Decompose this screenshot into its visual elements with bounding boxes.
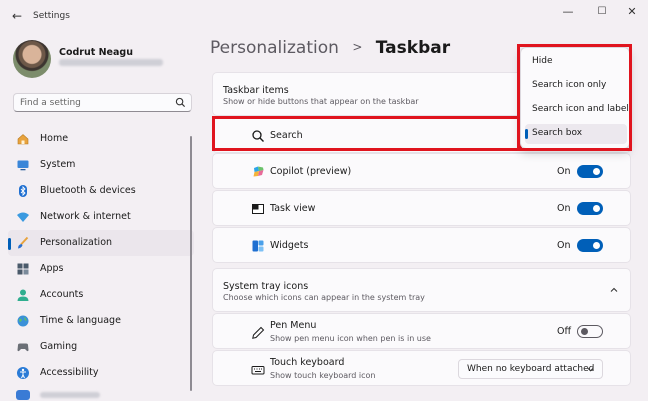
- sidebar-nav: Home System Bluetooth & devices Network …: [8, 126, 194, 386]
- section-title: Taskbar items: [223, 85, 289, 96]
- keyboard-icon: [251, 366, 265, 375]
- sidebar-item-time-language[interactable]: Time & language: [8, 308, 194, 334]
- home-icon: [17, 134, 29, 145]
- sidebar-item-label: Accessibility: [40, 367, 99, 378]
- privacy-icon: [16, 390, 30, 400]
- avatar[interactable]: [13, 40, 51, 78]
- active-indicator: [8, 238, 11, 250]
- sidebar-item-label: Personalization: [40, 237, 113, 248]
- sidebar-item-label: Accounts: [40, 289, 84, 300]
- touch-keyboard-dropdown[interactable]: When no keyboard attached: [458, 359, 603, 379]
- pen-menu-row[interactable]: Pen Menu Show pen menu icon when pen is …: [212, 313, 631, 349]
- sidebar-scrollbar[interactable]: [190, 136, 192, 391]
- task-view-toggle[interactable]: [577, 202, 603, 215]
- breadcrumb: Personalization > Taskbar: [210, 38, 450, 58]
- sidebar-item-label: System: [40, 159, 76, 170]
- brush-icon: [18, 236, 29, 249]
- widgets-toggle[interactable]: [577, 239, 603, 252]
- row-sublabel: Show pen menu icon when pen is in use: [270, 334, 431, 343]
- toggle-state-label: On: [557, 166, 571, 177]
- copilot-toggle[interactable]: [577, 165, 603, 178]
- user-name: Codrut Neagu: [59, 47, 133, 58]
- row-label: Widgets: [270, 240, 309, 251]
- monitor-icon: [17, 160, 29, 171]
- app-title: Settings: [33, 11, 70, 21]
- task-view-row[interactable]: Task view On: [212, 190, 631, 226]
- row-label: Touch keyboard: [270, 357, 345, 368]
- sidebar-item-personalization[interactable]: Personalization: [8, 230, 194, 256]
- apps-icon: [17, 263, 29, 275]
- back-arrow-icon[interactable]: ←: [9, 8, 25, 24]
- maximize-button[interactable]: ☐: [588, 4, 616, 20]
- sidebar-item-label: Apps: [40, 263, 64, 274]
- find-setting-box[interactable]: [13, 93, 192, 112]
- sidebar-item-label: Time & language: [40, 315, 121, 326]
- sidebar-item-home[interactable]: Home: [8, 126, 194, 152]
- sidebar-item-apps[interactable]: Apps: [8, 256, 194, 282]
- sidebar-item-bluetooth[interactable]: Bluetooth & devices: [8, 178, 194, 204]
- globe-icon: [17, 315, 29, 327]
- sidebar-item-cutoff: [40, 392, 100, 398]
- widgets-row[interactable]: Widgets On: [212, 227, 631, 263]
- minimize-button[interactable]: —: [554, 4, 582, 20]
- person-icon: [17, 289, 29, 301]
- row-label: Pen Menu: [270, 320, 317, 331]
- sidebar-item-accessibility[interactable]: Accessibility: [8, 360, 194, 386]
- section-title: System tray icons: [223, 281, 309, 292]
- toggle-state-label: On: [557, 203, 571, 214]
- sidebar-item-label: Network & internet: [40, 211, 131, 222]
- row-label: Copilot (preview): [270, 166, 352, 177]
- toggle-state-label: Off: [557, 326, 572, 337]
- close-button[interactable]: ✕: [618, 4, 646, 20]
- sidebar-item-label: Bluetooth & devices: [40, 185, 136, 196]
- menu-highlight: [517, 44, 632, 151]
- sidebar-item-accounts[interactable]: Accounts: [8, 282, 194, 308]
- section-subtitle: Show or hide buttons that appear on the …: [223, 97, 419, 106]
- user-email-blurred: [59, 59, 163, 66]
- task-view-icon: [252, 204, 264, 214]
- dropdown-value: When no keyboard attached: [467, 364, 595, 374]
- breadcrumb-parent[interactable]: Personalization: [210, 38, 339, 58]
- system-tray-header[interactable]: System tray icons Choose which icons can…: [212, 268, 631, 312]
- pen-icon: [252, 326, 265, 339]
- wifi-icon: [17, 212, 29, 222]
- sidebar-item-label: Home: [40, 133, 69, 144]
- row-label: Task view: [270, 203, 316, 214]
- section-subtitle: Choose which icons can appear in the sys…: [223, 293, 425, 302]
- copilot-icon: [253, 166, 264, 177]
- copilot-row[interactable]: Copilot (preview) On: [212, 153, 631, 189]
- bluetooth-icon: [19, 185, 27, 197]
- row-sublabel: Show touch keyboard icon: [270, 371, 376, 380]
- toggle-state-label: On: [557, 240, 571, 251]
- chevron-up-icon[interactable]: [609, 285, 619, 295]
- touch-keyboard-row[interactable]: Touch keyboard Show touch keyboard icon …: [212, 350, 631, 386]
- sidebar-item-label: Gaming: [40, 341, 78, 352]
- search-row-highlight: [212, 116, 522, 151]
- pen-menu-toggle[interactable]: [577, 325, 603, 338]
- breadcrumb-separator: >: [352, 40, 363, 54]
- sidebar-item-network[interactable]: Network & internet: [8, 204, 194, 230]
- search-icon[interactable]: [175, 97, 186, 108]
- accessibility-icon: [17, 367, 29, 379]
- sidebar-item-system[interactable]: System: [8, 152, 194, 178]
- page-title: Taskbar: [375, 38, 451, 58]
- widgets-icon: [252, 240, 264, 252]
- chevron-down-icon: [587, 367, 594, 372]
- find-setting-input[interactable]: [20, 96, 170, 109]
- sidebar-item-gaming[interactable]: Gaming: [8, 334, 194, 360]
- title-bar: ← Settings — ☐ ✕: [0, 0, 648, 32]
- gamepad-icon: [17, 343, 29, 352]
